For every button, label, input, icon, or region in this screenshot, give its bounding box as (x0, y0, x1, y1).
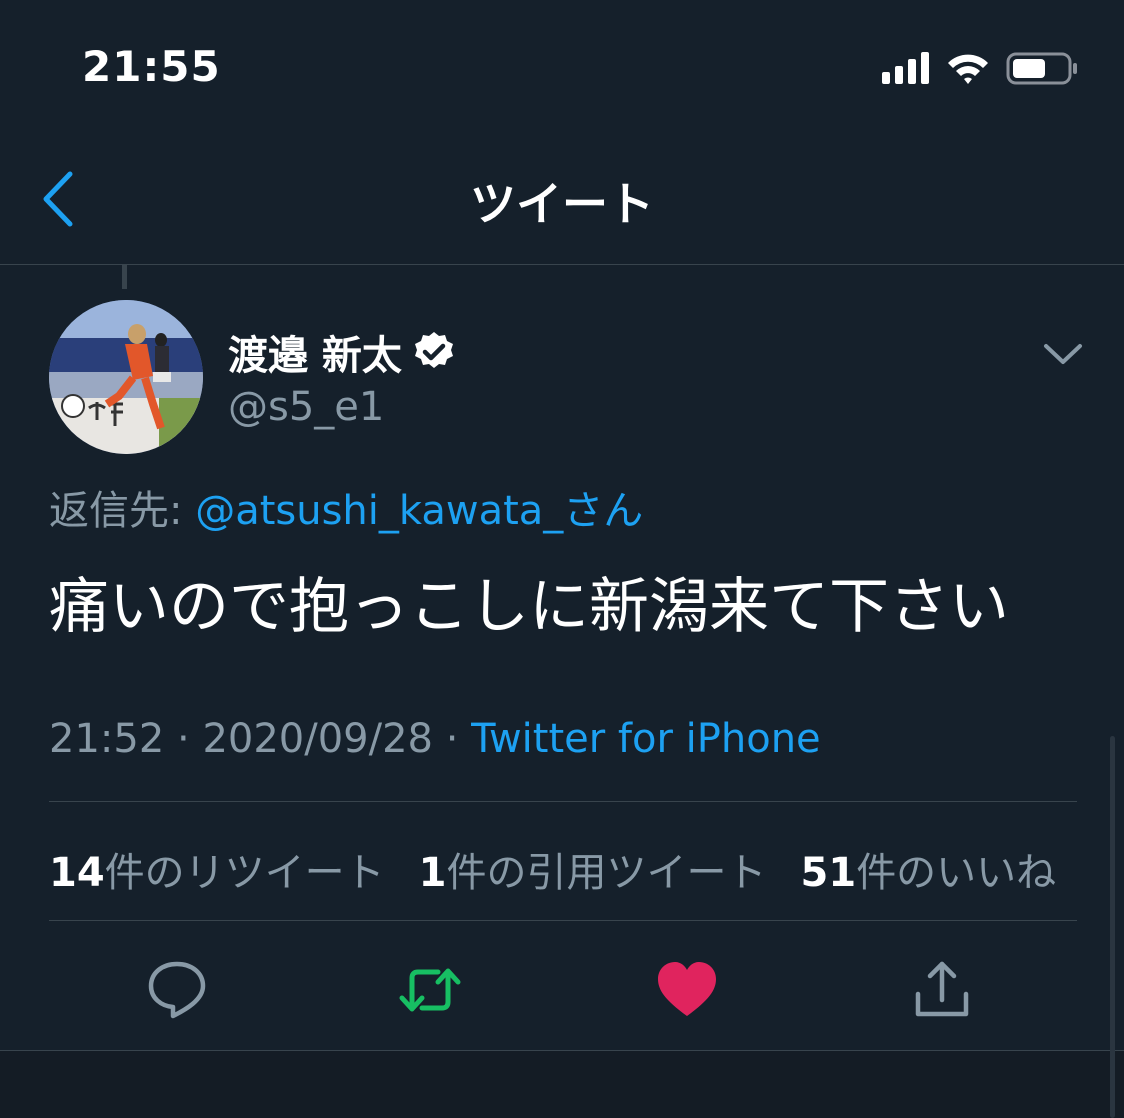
stat-label: 件のいいね (856, 850, 1057, 896)
share-button[interactable] (910, 958, 974, 1022)
tweet-date: 2020/09/28 (202, 716, 433, 762)
status-time: 21:55 (82, 42, 221, 91)
tweet-meta: 21:52 · 2020/09/28 · Twitter for iPhone (49, 716, 821, 762)
share-icon (915, 961, 969, 1017)
author-name[interactable]: 渡邉 新太 (228, 326, 456, 379)
reply-to-line: 返信先: @atsushi_kawata_さん (49, 478, 643, 536)
status-icons (882, 52, 1077, 85)
verified-badge-icon (414, 332, 453, 368)
nav-divider (0, 264, 1124, 265)
chevron-down-icon (1044, 344, 1082, 364)
heart-icon (658, 962, 716, 1016)
reply-icon (148, 961, 206, 1019)
retweet-button[interactable] (398, 958, 462, 1022)
thread-connector (122, 265, 127, 289)
stat-count: 1 (418, 850, 447, 896)
stat-label: 件の引用ツイート (446, 850, 767, 896)
wifi-icon (948, 54, 988, 84)
reply-button[interactable] (145, 958, 209, 1022)
divider (49, 920, 1077, 921)
tweet-text: 痛いので抱っこしに新潟来て下さい (49, 572, 1009, 642)
tweet-time: 21:52 (49, 716, 165, 762)
signal-icon (882, 52, 929, 84)
meta-separator: · (164, 716, 203, 762)
tweet-stats: 14件のリツイート 1件の引用ツイート 51件のいいね (49, 840, 1056, 898)
battery-icon (1006, 52, 1077, 85)
author-handle[interactable]: @s5_e1 (228, 384, 384, 430)
retweet-icon (399, 968, 461, 1012)
quote-count-link[interactable]: 1件の引用ツイート (419, 840, 767, 898)
like-count-link[interactable]: 51件のいいね (801, 840, 1057, 898)
tweet-source-link[interactable]: Twitter for iPhone (471, 716, 821, 762)
more-options-button[interactable] (1040, 336, 1086, 372)
reply-to-label: 返信先: (49, 488, 196, 534)
author-name-text: 渡邉 新太 (228, 333, 402, 379)
stat-count: 14 (49, 850, 105, 896)
like-button[interactable] (655, 958, 719, 1022)
meta-separator: · (432, 716, 472, 762)
bottom-area (0, 1051, 1124, 1118)
stat-count: 51 (800, 850, 857, 896)
avatar-photo (49, 300, 203, 454)
page-title: ツイート (470, 177, 654, 231)
stat-label: 件のリツイート (104, 850, 385, 896)
retweet-count-link[interactable]: 14件のリツイート (49, 840, 385, 898)
tweet-detail-screen: 21:55 ツイート 渡邉 新太 @s5_e1 返信先: @atsushi_ka… (0, 0, 1124, 1118)
divider (49, 801, 1077, 802)
reply-to-mention[interactable]: @atsushi_kawata_さん (195, 488, 643, 534)
avatar[interactable] (49, 300, 203, 454)
scrollbar[interactable] (1110, 736, 1115, 1118)
